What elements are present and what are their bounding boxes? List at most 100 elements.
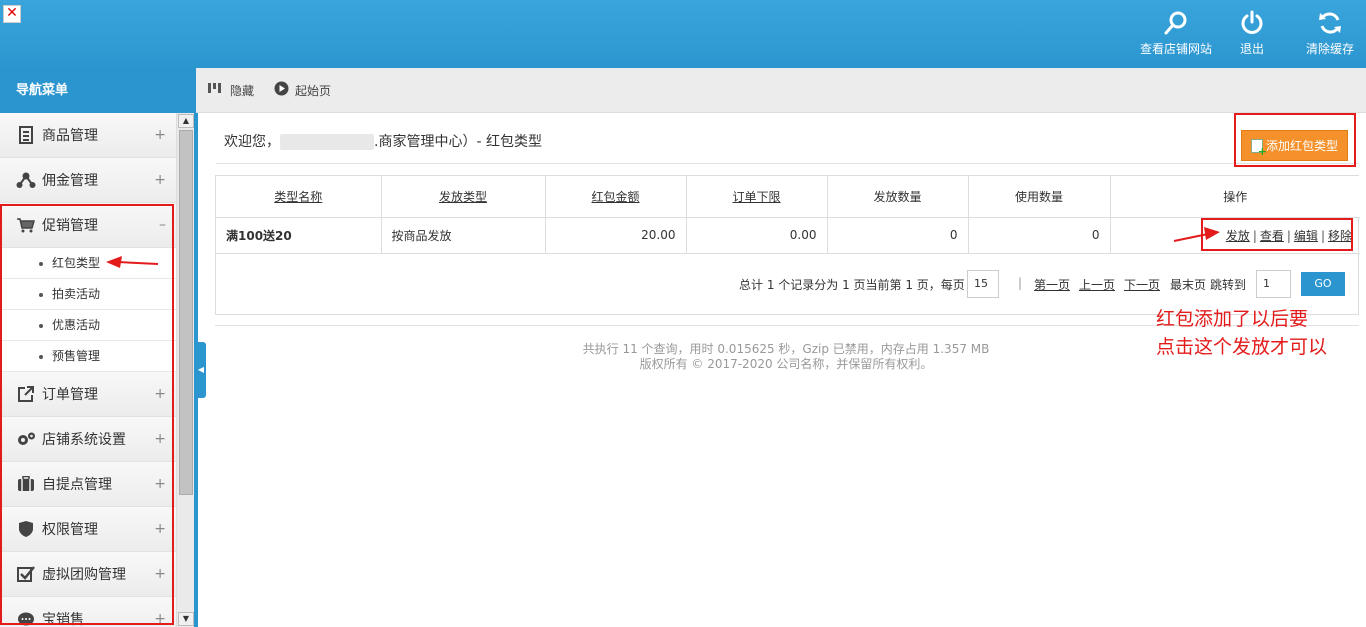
- nav-item-label: 促销管理: [42, 218, 98, 234]
- sort-link-send-type[interactable]: 发放类型: [439, 190, 487, 204]
- nav-item-sales[interactable]: 宝销售 +: [0, 597, 176, 627]
- collapse-icon: –: [159, 217, 166, 233]
- column-header-issued: 发放数量: [827, 176, 969, 218]
- clear-cache-label: 清除缓存: [1305, 42, 1354, 56]
- nav-item-label: 商品管理: [42, 128, 98, 144]
- nav-item-label: 自提点管理: [42, 477, 112, 493]
- cell-issued: 0: [827, 217, 969, 254]
- gears-icon: [16, 429, 36, 449]
- blurred-username: [280, 134, 374, 150]
- scroll-down-arrow-icon[interactable]: ▼: [178, 612, 194, 626]
- cell-send-type: 按商品发放: [381, 217, 546, 254]
- expand-icon: +: [154, 431, 166, 447]
- prev-page-link[interactable]: 上一页: [1079, 276, 1115, 293]
- pagination: 总计 1 个记录分为 1 页当前第 1 页，每页 15 | 第一页 上一页 下一…: [216, 268, 1360, 302]
- nav-subitem-discount[interactable]: 优惠活动: [0, 310, 176, 341]
- nav-item-products[interactable]: 商品管理 +: [0, 113, 176, 158]
- nav-item-orders[interactable]: 订单管理 +: [0, 372, 176, 417]
- nav-item-label: 佣金管理: [42, 173, 98, 189]
- checkbox-icon: [16, 564, 36, 584]
- nav-subitem-label: 预售管理: [52, 349, 101, 363]
- suitcase-icon: [16, 474, 36, 494]
- annotation-line-2: 点击这个发放才可以: [1156, 336, 1328, 358]
- last-page-link[interactable]: 最末页: [1170, 276, 1206, 293]
- expand-icon: +: [154, 172, 166, 188]
- nav-item-label: 虚拟团购管理: [42, 567, 126, 583]
- refresh-icon: [1319, 12, 1341, 34]
- add-document-icon: [1250, 138, 1267, 158]
- annotation-note: 红包添加了以后要 点击这个发放才可以: [1156, 305, 1327, 361]
- nav-item-pickup-points[interactable]: 自提点管理 +: [0, 462, 176, 507]
- nav-item-label: 店铺系统设置: [42, 432, 126, 448]
- pager-divider: |: [1018, 276, 1023, 290]
- next-page-link[interactable]: 下一页: [1124, 276, 1160, 293]
- jump-page-input[interactable]: 1: [1256, 270, 1291, 298]
- nav-subitem-auction[interactable]: 拍卖活动: [0, 279, 176, 310]
- column-header-min-order[interactable]: 订单下限: [686, 176, 828, 218]
- expand-icon: +: [154, 386, 166, 402]
- per-page-input[interactable]: 15: [967, 270, 999, 298]
- view-store-button[interactable]: 查看店铺网站: [1138, 8, 1214, 64]
- add-bonus-type-label: 添加红包类型: [1265, 139, 1338, 153]
- play-circle-icon: [274, 81, 289, 101]
- annotation-arrow-icon: [106, 256, 159, 268]
- welcome-suffix: .商家管理中心）- 红包类型: [374, 134, 542, 150]
- column-header-amount[interactable]: 红包金额: [545, 176, 687, 218]
- sub-toolbar: 隐藏 起始页: [196, 68, 1366, 113]
- search-icon: [1164, 11, 1187, 35]
- logout-button[interactable]: 退出: [1234, 8, 1270, 64]
- separator: |: [1252, 228, 1257, 243]
- nav-subitem-presale[interactable]: 预售管理: [0, 341, 176, 372]
- sidebar-scrollbar[interactable]: ▲ ▼: [176, 113, 194, 627]
- column-header-send-type[interactable]: 发放类型: [381, 176, 546, 218]
- column-header-ops: 操作: [1110, 176, 1360, 218]
- broken-image-icon: ✕: [3, 5, 21, 23]
- annotation-line-1: 红包添加了以后要: [1156, 308, 1309, 330]
- go-button[interactable]: GO: [1301, 272, 1345, 296]
- column-header-name[interactable]: 类型名称: [216, 176, 382, 218]
- nav-item-label: 宝销售: [42, 612, 84, 627]
- nav-item-commission[interactable]: 佣金管理 +: [0, 158, 176, 203]
- hide-label: 隐藏: [230, 84, 255, 98]
- sort-link-amount[interactable]: 红包金额: [591, 190, 639, 204]
- nav-item-label: 权限管理: [42, 522, 98, 538]
- divider: [216, 163, 1358, 164]
- sort-link-min-order[interactable]: 订单下限: [732, 190, 780, 204]
- scroll-up-arrow-icon[interactable]: ▲: [178, 114, 194, 128]
- collapse-sidebar-toggle[interactable]: ◀: [196, 342, 206, 398]
- remove-link[interactable]: 移除: [1328, 229, 1352, 243]
- clear-cache-button[interactable]: 清除缓存: [1302, 8, 1358, 64]
- nav-item-promotions[interactable]: 促销管理 –: [0, 203, 176, 248]
- share-icon: [16, 170, 36, 190]
- cell-used: 0: [968, 217, 1111, 254]
- nav-item-virtual-group-buy[interactable]: 虚拟团购管理 +: [0, 552, 176, 597]
- top-header: ✕ 查看店铺网站 退出 清除缓存: [0, 0, 1366, 68]
- welcome-text: 欢迎您， .商家管理中心）- 红包类型: [224, 131, 542, 151]
- add-bonus-type-button[interactable]: 添加红包类型: [1241, 130, 1348, 161]
- send-link[interactable]: 发放: [1226, 229, 1250, 243]
- nav-item-permissions[interactable]: 权限管理 +: [0, 507, 176, 552]
- sort-link-name[interactable]: 类型名称: [274, 190, 322, 204]
- view-store-label: 查看店铺网站: [1139, 42, 1212, 56]
- edit-link[interactable]: 编辑: [1294, 229, 1318, 243]
- sidebar: 商品管理 + 佣金管理 + 促销管理 – 红包类型 拍卖活动 优惠活动 预售管理…: [0, 113, 176, 627]
- columns-icon: [208, 82, 224, 101]
- home-page-button[interactable]: 起始页: [274, 81, 331, 101]
- separator: |: [1286, 228, 1291, 243]
- jump-label: 跳转到: [1210, 278, 1247, 292]
- expand-icon: +: [154, 127, 166, 143]
- expand-icon: +: [154, 566, 166, 582]
- cell-name: 满100送20: [216, 217, 382, 254]
- expand-icon: +: [154, 611, 166, 627]
- first-page-link[interactable]: 第一页: [1034, 276, 1070, 293]
- power-icon: [1241, 10, 1263, 34]
- cell-ops: 发放 | 查看 | 编辑 | 移除: [1110, 217, 1360, 254]
- main-content: 欢迎您， .商家管理中心）- 红包类型 添加红包类型 类型名称 发放类型 红包金额…: [206, 113, 1366, 627]
- nav-title: 导航菜单: [0, 68, 196, 113]
- nav-item-store-settings[interactable]: 店铺系统设置 +: [0, 417, 176, 462]
- view-link[interactable]: 查看: [1260, 229, 1284, 243]
- scroll-thumb[interactable]: [179, 130, 193, 495]
- hide-sidebar-button[interactable]: 隐藏: [208, 82, 254, 100]
- nav-subitem-label: 拍卖活动: [52, 287, 101, 301]
- column-header-used: 使用数量: [968, 176, 1111, 218]
